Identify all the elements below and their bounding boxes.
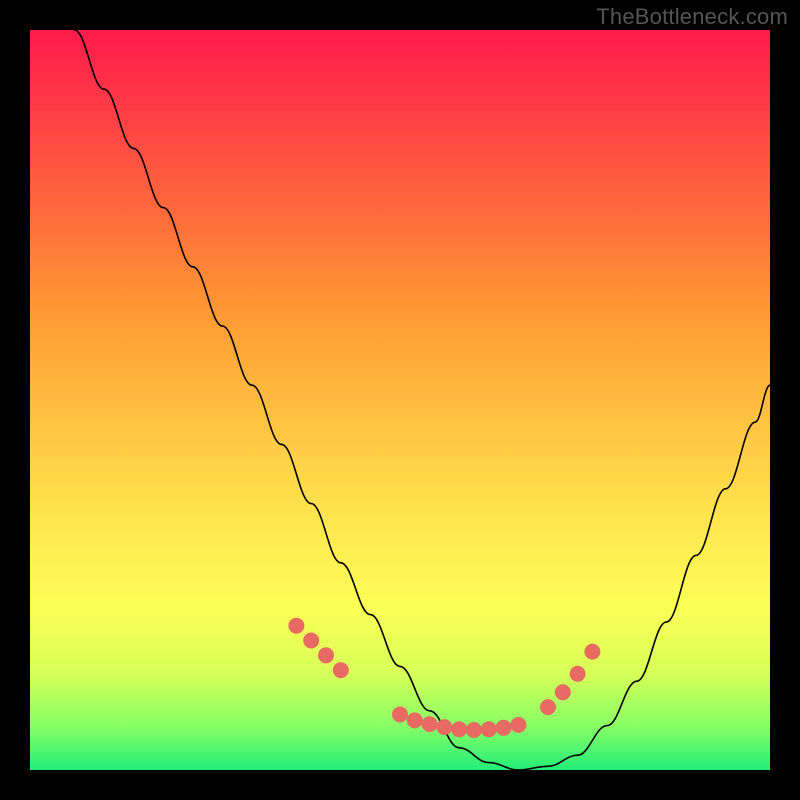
highlight-dot <box>466 722 482 738</box>
highlight-dot <box>303 633 319 649</box>
highlight-dot <box>333 662 349 678</box>
highlight-dot <box>288 618 304 634</box>
bottleneck-curve <box>74 30 770 770</box>
highlight-dot <box>407 712 423 728</box>
highlight-dot <box>392 707 408 723</box>
highlight-dot <box>451 721 467 737</box>
highlight-dot <box>481 721 497 737</box>
highlight-dot <box>510 717 526 733</box>
highlight-dot <box>436 719 452 735</box>
highlight-dot <box>422 716 438 732</box>
plot-area <box>30 30 770 770</box>
watermark-text: TheBottleneck.com <box>596 4 788 30</box>
highlight-dot <box>496 720 512 736</box>
chart-frame: TheBottleneck.com <box>0 0 800 800</box>
highlight-dot <box>540 699 556 715</box>
highlight-dot <box>584 644 600 660</box>
highlight-dot <box>570 666 586 682</box>
highlight-dots <box>288 618 600 738</box>
highlight-dot <box>555 684 571 700</box>
curve-svg <box>30 30 770 770</box>
highlight-dot <box>318 647 334 663</box>
